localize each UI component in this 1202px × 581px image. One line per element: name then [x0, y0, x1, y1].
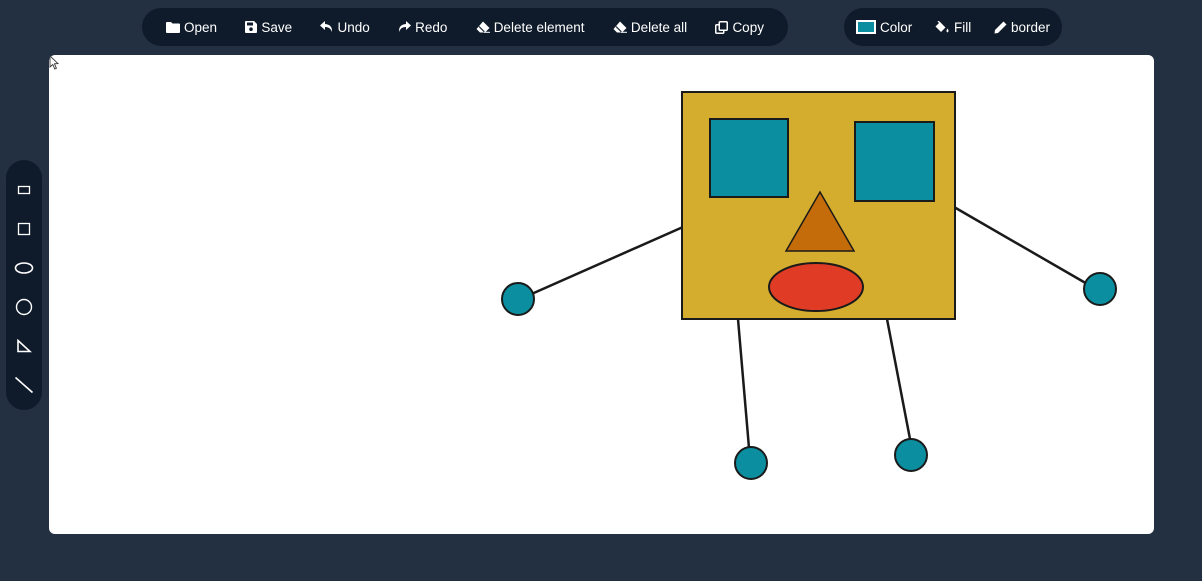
- shape-tools-sidebar: [6, 160, 42, 410]
- left-foot-circle[interactable]: [734, 446, 768, 480]
- redo-arrow-icon: [398, 21, 412, 33]
- ellipse-icon: [14, 262, 34, 274]
- line-icon: [14, 376, 34, 394]
- save-button[interactable]: Save: [245, 20, 292, 35]
- delete-all-button[interactable]: Delete all: [613, 20, 687, 35]
- floppy-disk-icon: [245, 21, 258, 33]
- border-button[interactable]: border: [994, 20, 1050, 35]
- right-hand-circle[interactable]: [1083, 272, 1117, 306]
- square-icon: [17, 222, 31, 236]
- redo-button[interactable]: Redo: [398, 20, 447, 35]
- delete-element-button[interactable]: Delete element: [476, 20, 585, 35]
- copy-button[interactable]: Copy: [715, 20, 764, 35]
- left-eye-square[interactable]: [709, 118, 789, 198]
- border-label: border: [1010, 19, 1050, 35]
- mouth-ellipse[interactable]: [768, 262, 864, 312]
- right-foot-circle[interactable]: [894, 438, 928, 472]
- drawing-canvas[interactable]: [49, 55, 1154, 534]
- open-button[interactable]: Open: [166, 20, 217, 35]
- save-label: Save: [261, 19, 293, 35]
- right-leg-line[interactable]: [885, 318, 912, 440]
- left-hand-circle[interactable]: [501, 282, 535, 316]
- main-toolbar: Open Save Undo Redo Delete element Delet…: [142, 8, 788, 46]
- copy-icon: [715, 20, 729, 34]
- eraser-icon: [476, 21, 490, 33]
- color-swatch-icon: [856, 20, 876, 34]
- left-leg-line[interactable]: [736, 318, 751, 449]
- right-triangle-icon: [17, 339, 32, 353]
- copy-label: Copy: [732, 19, 764, 35]
- right-arm-line[interactable]: [953, 205, 1090, 287]
- circle-icon: [15, 298, 33, 316]
- left-arm-line[interactable]: [526, 225, 684, 298]
- open-label: Open: [184, 19, 218, 35]
- mouse-pointer-icon: [49, 55, 60, 70]
- delete-all-label: Delete all: [630, 19, 688, 35]
- style-toolbar: Color Fill border: [844, 8, 1062, 46]
- line-tool[interactable]: [10, 371, 38, 399]
- eraser-icon: [613, 21, 627, 33]
- color-button[interactable]: Color: [856, 20, 912, 35]
- pencil-icon: [994, 21, 1007, 34]
- fill-button[interactable]: Fill: [935, 20, 971, 35]
- color-label: Color: [880, 19, 913, 35]
- folder-icon: [166, 21, 180, 33]
- right-eye-square[interactable]: [854, 121, 935, 202]
- undo-arrow-icon: [320, 21, 333, 33]
- undo-button[interactable]: Undo: [320, 19, 370, 35]
- rectangle-icon: [17, 185, 31, 195]
- fill-label: Fill: [953, 19, 972, 35]
- paint-bucket-icon: [935, 20, 950, 34]
- triangle-tool[interactable]: [10, 332, 38, 360]
- redo-label: Redo: [415, 19, 448, 35]
- canvas-drawing: [501, 91, 1117, 480]
- undo-label: Undo: [337, 19, 370, 35]
- ellipse-tool[interactable]: [10, 254, 38, 282]
- circle-tool[interactable]: [10, 293, 38, 321]
- rectangle-tool[interactable]: [10, 176, 38, 204]
- delete-element-label: Delete element: [493, 19, 585, 35]
- square-tool[interactable]: [10, 215, 38, 243]
